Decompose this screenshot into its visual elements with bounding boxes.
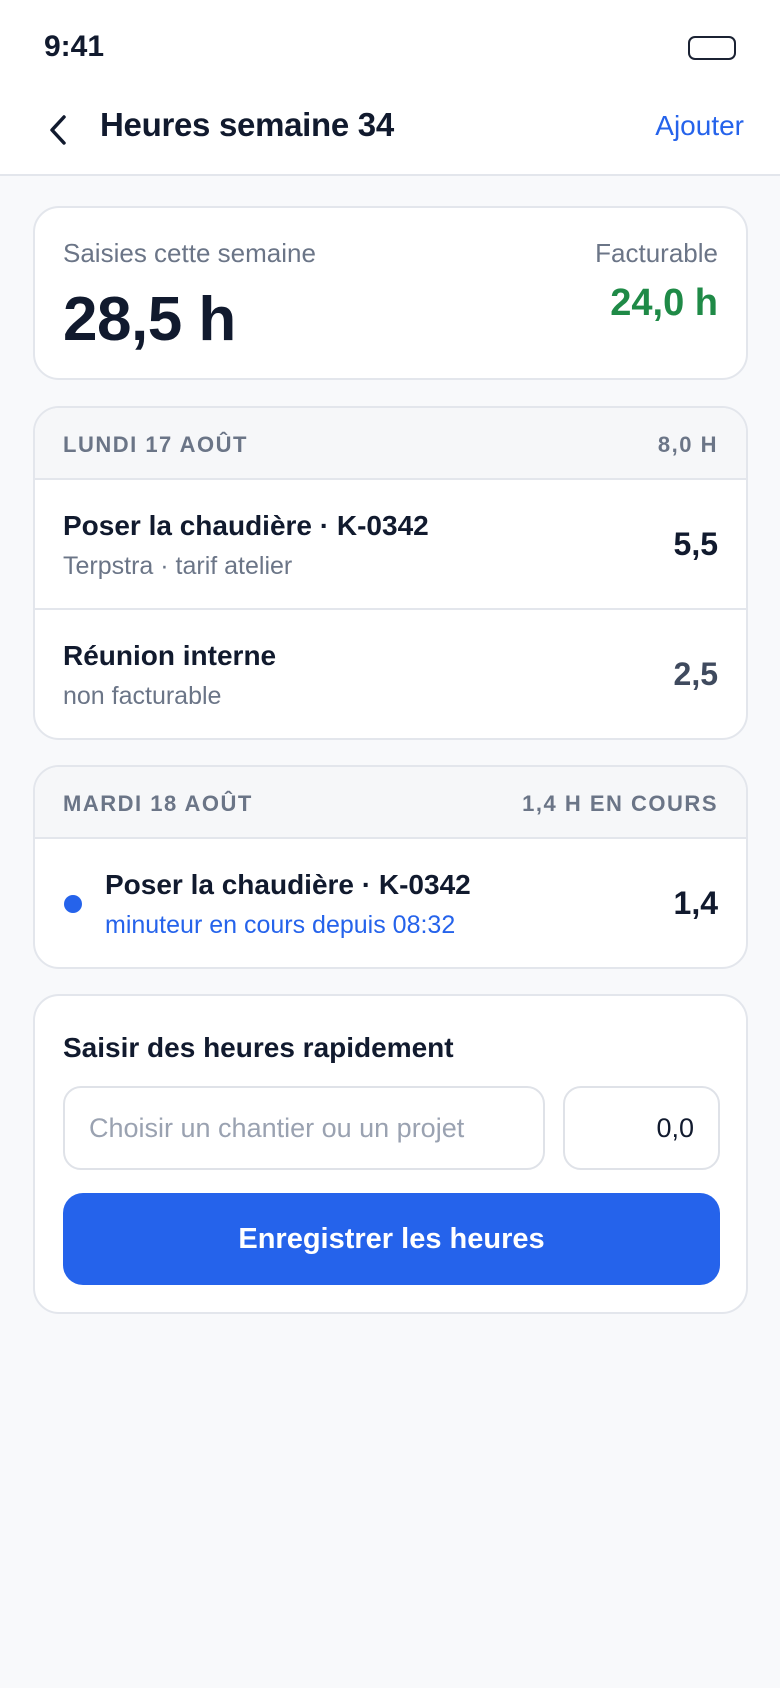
running-time-entry[interactable]: Poser la chaudière · K-0342 minuteur en … — [35, 839, 746, 967]
status-bar: 9:41 — [0, 0, 780, 90]
nav-bar: Heures semaine 34 Ajouter — [0, 90, 780, 176]
quick-entry-title: Saisir des heures rapidement — [63, 1032, 454, 1063]
running-indicator-icon — [64, 895, 82, 913]
add-button[interactable]: Ajouter — [655, 110, 744, 142]
day-date: LUNDI 17 AOÛT — [63, 432, 248, 457]
day-card: LUNDI 17 AOÛT 8,0 H Poser la chaudière ·… — [33, 406, 748, 740]
entered-total: 28,5 h — [63, 285, 236, 354]
entered-label: Saisies cette semaine — [63, 238, 316, 268]
project-picker-input[interactable] — [63, 1086, 545, 1170]
billable-label: Facturable — [595, 238, 718, 268]
save-hours-button[interactable]: Enregistrer les heures — [63, 1193, 720, 1285]
hours-input[interactable] — [563, 1086, 720, 1170]
chevron-left-icon[interactable] — [40, 110, 76, 150]
entry-detail: non facturable — [63, 682, 222, 710]
entry-detail: Terpstra · tarif atelier — [63, 552, 293, 580]
entry-name: Poser la chaudière · K-0342 — [105, 869, 471, 900]
billable-total: 24,0 h — [610, 282, 718, 324]
day-header: LUNDI 17 AOÛT 8,0 H — [35, 408, 746, 480]
time-entry[interactable]: Poser la chaudière · K-0342 Terpstra · t… — [35, 480, 746, 608]
entry-hours: 1,4 — [673, 885, 718, 921]
entry-hours: 5,5 — [673, 526, 718, 562]
day-total: 8,0 H — [657, 432, 718, 457]
day-card: MARDI 18 AOÛT 1,4 H EN COURS Poser la ch… — [33, 765, 748, 969]
page-title: Heures semaine 34 — [100, 106, 394, 143]
time-entry[interactable]: Réunion interne non facturable 2,5 — [35, 608, 746, 736]
entry-name: Réunion interne — [63, 640, 277, 671]
entry-hours: 2,5 — [673, 656, 718, 692]
week-summary-card: Saisies cette semaine 28,5 h Facturable … — [33, 206, 748, 380]
day-total: 1,4 H EN COURS — [522, 791, 718, 816]
battery-icon — [688, 36, 736, 60]
status-time: 9:41 — [44, 30, 105, 63]
day-header: MARDI 18 AOÛT 1,4 H EN COURS — [35, 767, 746, 839]
timer-status: minuteur en cours depuis 08:32 — [105, 911, 456, 939]
day-date: MARDI 18 AOÛT — [63, 791, 253, 816]
quick-entry-card: Saisir des heures rapidement Enregistrer… — [33, 994, 748, 1314]
entry-name: Poser la chaudière · K-0342 — [63, 510, 429, 541]
